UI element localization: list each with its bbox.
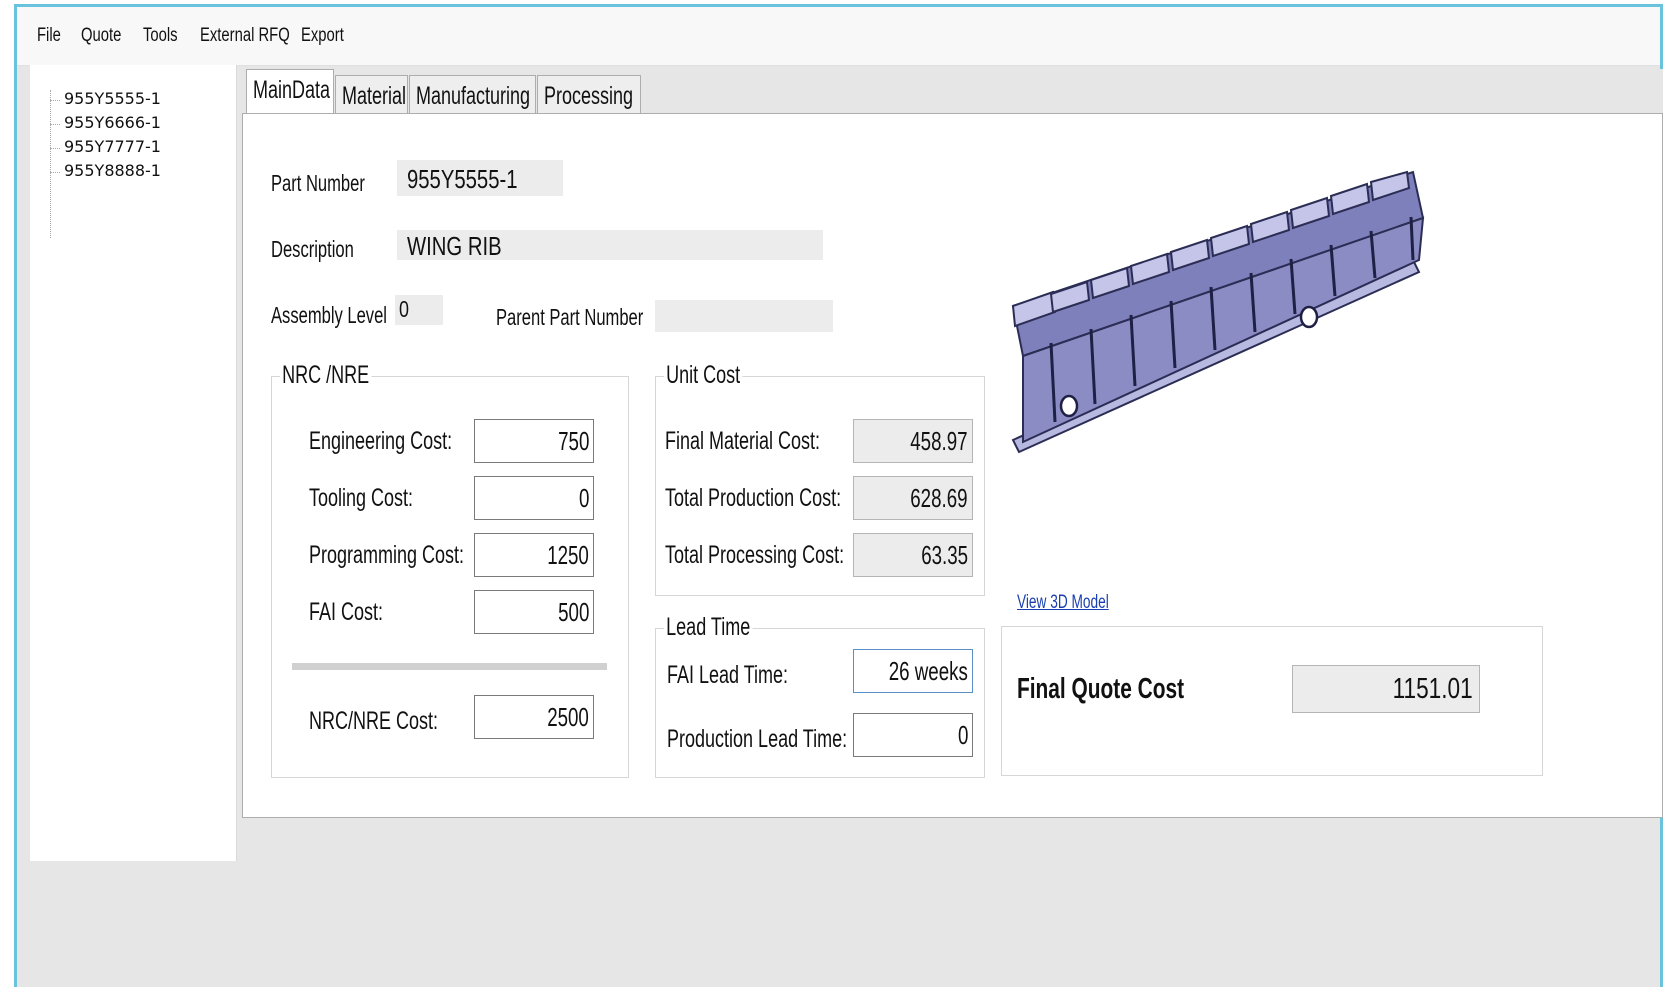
unit-cost-group: Unit Cost Final Material Cost: 458.97 To… [655,361,985,596]
app-window: File Quote Tools External RFQ Export 955… [14,4,1663,987]
tab-label: Manufacturing [416,82,531,110]
engineering-cost-label: Engineering Cost: [309,427,453,455]
total-production-cost-label: Total Production Cost: [665,484,842,512]
tab-strip: MainData Material Manufacturing Processi… [242,69,1663,115]
final-quote-cost-label: Final Quote Cost [1017,673,1185,705]
wing-rib-model [1011,170,1425,454]
tab-label: MainData [253,76,331,104]
lead-time-group: Lead Time FAI Lead Time: 26 weeks Produc… [655,613,985,778]
programming-cost-label: Programming Cost: [309,541,465,569]
production-lead-time-label: Production Lead Time: [667,725,848,753]
engineering-cost-value: 750 [557,426,589,456]
tab-label: Processing [544,82,634,110]
total-processing-cost-field[interactable]: 63.35 [853,533,973,577]
final-quote-group: Final Quote Cost 1151.01 [1001,626,1543,776]
description-field[interactable]: WING RIB [397,230,823,261]
tab-material[interactable]: Material [335,75,408,113]
description-value: WING RIB [407,231,502,261]
tab-processing[interactable]: Processing [537,75,641,113]
tree-connector [50,172,60,173]
divider [292,663,607,670]
tree-connector [50,90,52,238]
final-quote-cost-field[interactable]: 1151.01 [1292,665,1480,713]
total-production-cost-value: 628.69 [910,483,968,513]
programming-cost-value: 1250 [547,540,589,570]
fai-lead-time-value: 26 weeks [888,656,968,686]
assembly-level-value: 0 [399,296,409,322]
description-label: Description [271,236,354,262]
assembly-level-label: Assembly Level [271,302,387,328]
programming-cost-input[interactable]: 1250 [474,533,594,577]
part-number-field[interactable]: 955Y5555-1 [397,160,563,196]
assembly-level-field[interactable]: 0 [395,295,443,325]
fai-lead-time-input[interactable]: 26 weeks [853,649,973,693]
tree-connector [50,124,60,125]
view-3d-model-link[interactable]: View 3D Model [1017,592,1109,614]
final-material-cost-label: Final Material Cost: [665,427,821,455]
nrc-nre-cost-value: 2500 [547,702,589,732]
menu-tools[interactable]: Tools [143,25,178,47]
fai-cost-input[interactable]: 500 [474,590,594,634]
menu-external-rfq[interactable]: External RFQ [200,25,290,47]
part-number-value: 955Y5555-1 [407,164,518,194]
tree-item[interactable]: 955Y5555-1 [64,89,161,108]
tab-manufacturing[interactable]: Manufacturing [409,75,536,113]
final-material-cost-field[interactable]: 458.97 [853,419,973,463]
tab-maindata[interactable]: MainData [246,69,334,113]
final-material-cost-value: 458.97 [910,426,968,456]
parent-part-number-label: Parent Part Number [496,304,644,330]
tree-connector [50,148,60,149]
menu-quote[interactable]: Quote [81,25,121,47]
tree-item[interactable]: 955Y8888-1 [64,161,161,180]
menu-export[interactable]: Export [301,25,344,47]
tree-item[interactable]: 955Y6666-1 [64,113,161,132]
parent-part-number-field[interactable] [655,300,833,332]
total-processing-cost-value: 63.35 [921,540,968,570]
production-lead-time-value: 0 [957,720,968,750]
menu-file[interactable]: File [37,25,61,47]
lead-time-title: Lead Time [664,613,753,642]
tooling-cost-value: 0 [578,483,589,513]
fai-lead-time-label: FAI Lead Time: [667,661,789,689]
tooling-cost-input[interactable]: 0 [474,476,594,520]
production-lead-time-input[interactable]: 0 [853,713,973,757]
total-processing-cost-label: Total Processing Cost: [665,541,845,569]
nrc-nre-group: NRC /NRE Engineering Cost: 750 Tooling C… [271,361,629,778]
unit-cost-title: Unit Cost [664,361,743,390]
nrc-nre-title: NRC /NRE [280,361,372,390]
fai-cost-label: FAI Cost: [309,598,384,626]
nrc-nre-cost-input[interactable]: 2500 [474,695,594,739]
tab-label: Material [342,82,407,110]
menu-bar: File Quote Tools External RFQ Export [17,7,1660,66]
fai-cost-value: 500 [557,597,589,627]
tree-item[interactable]: 955Y7777-1 [64,137,161,156]
wing-rib-3d-preview [1011,170,1425,454]
nrc-nre-cost-label: NRC/NRE Cost: [309,707,439,735]
total-production-cost-field[interactable]: 628.69 [853,476,973,520]
final-quote-cost-value: 1151.01 [1392,673,1473,705]
part-number-label: Part Number [271,170,365,196]
tooling-cost-label: Tooling Cost: [309,484,414,512]
engineering-cost-input[interactable]: 750 [474,419,594,463]
tree-connector [50,100,60,101]
part-tree: 955Y5555-1 955Y6666-1 955Y7777-1 955Y888… [30,65,237,861]
maindata-panel: Part Number 955Y5555-1 Description WING … [242,113,1663,818]
